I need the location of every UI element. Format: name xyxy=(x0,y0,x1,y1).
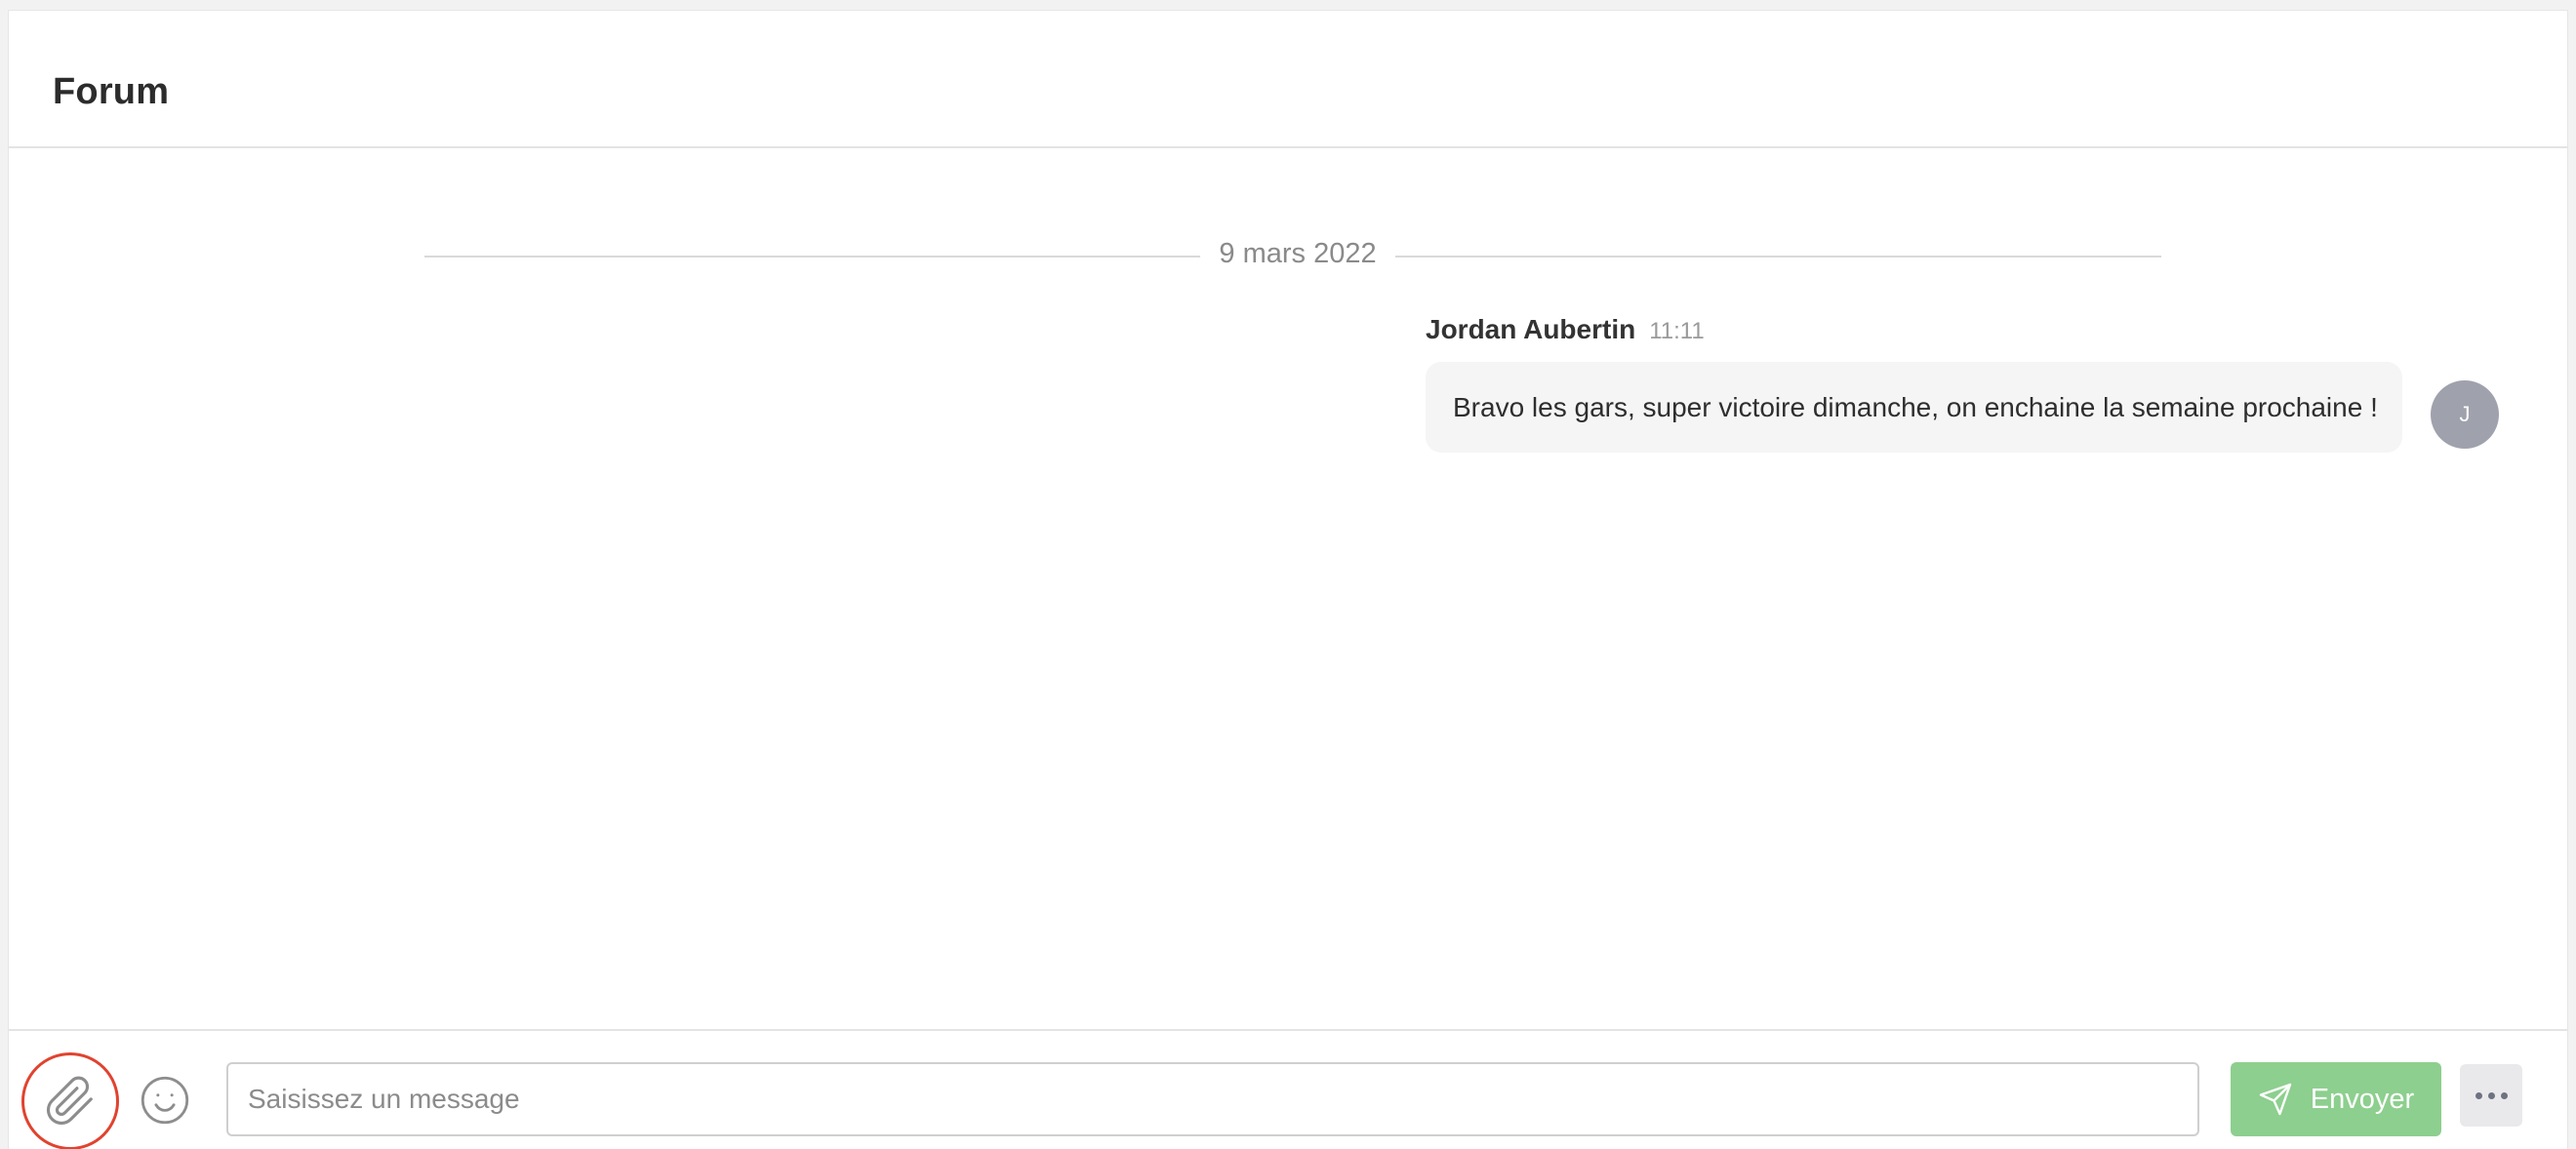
message-meta: Jordan Aubertin 11:11 xyxy=(1426,314,1705,345)
date-separator-line-left xyxy=(424,256,1200,258)
message-list: 9 mars 2022 Jordan Aubertin 11:11 Bravo l… xyxy=(9,150,2567,1038)
date-separator: 9 mars 2022 xyxy=(424,238,2161,273)
paper-plane-icon xyxy=(2259,1083,2291,1116)
message-time: 11:11 xyxy=(1649,318,1705,344)
forum-panel: Forum 9 mars 2022 Jordan Aubertin 11:11 B… xyxy=(8,10,2568,1149)
avatar[interactable]: J xyxy=(2431,380,2499,449)
send-button[interactable]: Envoyer xyxy=(2231,1062,2441,1136)
message-author[interactable]: Jordan Aubertin xyxy=(1426,314,1635,344)
more-options-button[interactable] xyxy=(2460,1064,2522,1127)
date-separator-line-right xyxy=(1395,256,2161,258)
smiley-icon xyxy=(141,1076,189,1125)
emoji-button[interactable] xyxy=(139,1074,191,1127)
message-bubble: Bravo les gars, super victoire dimanche,… xyxy=(1426,362,2402,453)
date-separator-label: 9 mars 2022 xyxy=(1219,238,1377,269)
message-item: Jordan Aubertin 11:11 Bravo les gars, sup… xyxy=(1417,314,2529,460)
attach-file-button[interactable] xyxy=(21,1052,119,1149)
send-button-label: Envoyer xyxy=(2310,1083,2415,1115)
paperclip-icon xyxy=(47,1076,93,1125)
message-composer: Envoyer xyxy=(9,1029,2567,1149)
message-input[interactable] xyxy=(226,1062,2199,1136)
ellipsis-icon xyxy=(2475,1091,2508,1099)
page-title: Forum xyxy=(53,71,170,112)
panel-header: Forum xyxy=(9,11,2567,148)
